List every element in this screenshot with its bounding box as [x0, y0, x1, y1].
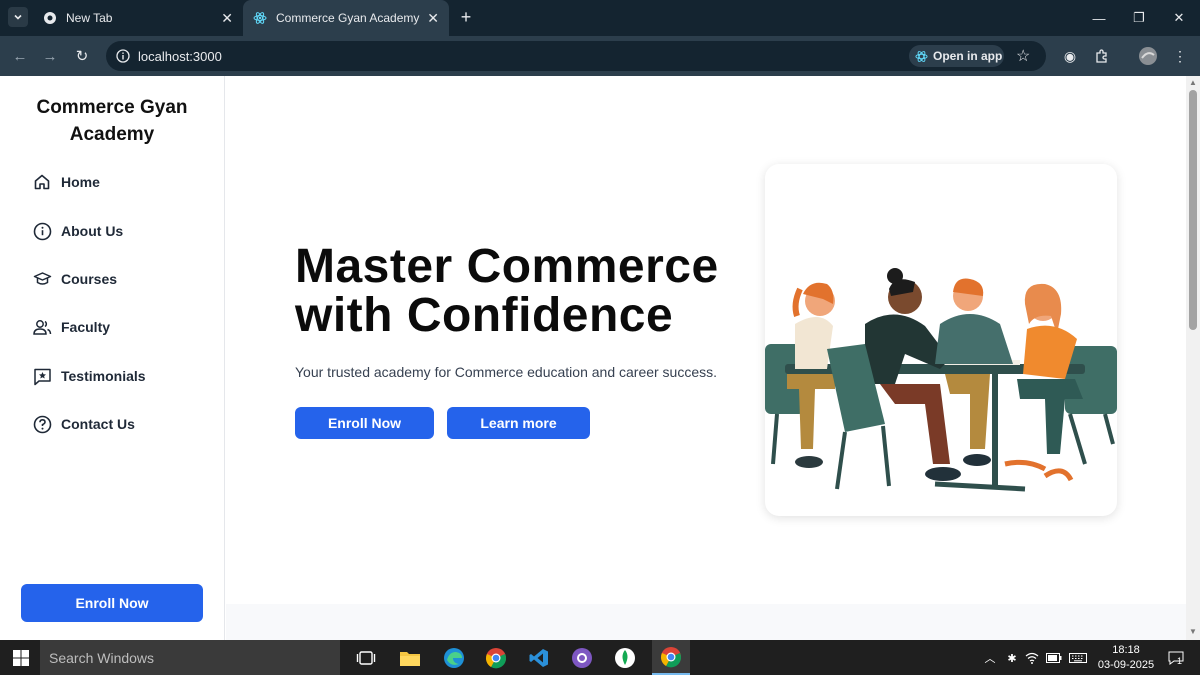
react-icon: [915, 50, 928, 62]
sidebar-item-label: About Us: [61, 223, 124, 239]
tab-search-dropdown[interactable]: [8, 7, 28, 27]
tab-label: Commerce Gyan Academy: [276, 11, 420, 25]
site-info-icon[interactable]: [116, 49, 130, 63]
forward-button[interactable]: →: [40, 46, 60, 66]
task-view-icon[interactable]: [353, 645, 379, 671]
star-message-icon: [32, 366, 52, 386]
browser-tab-new-tab[interactable]: New Tab ✕: [33, 0, 243, 36]
browser-toolbar: ← → ↻ localhost:3000 Open in app ☆ ◉ ⋮: [0, 36, 1200, 76]
notification-center-icon[interactable]: 1: [1166, 650, 1186, 666]
sidebar-item-testimonials[interactable]: Testimonials: [32, 364, 146, 388]
chrome-icon: [44, 12, 56, 24]
new-tab-button[interactable]: +: [456, 7, 476, 27]
windows-start-icon[interactable]: [8, 645, 34, 671]
chrome-taskbar-icon[interactable]: [483, 645, 509, 671]
tab-label: New Tab: [66, 11, 113, 25]
close-tab-icon[interactable]: ✕: [427, 10, 439, 27]
help-circle-icon: [32, 414, 52, 434]
taskbar-search-input[interactable]: Search Windows: [40, 640, 340, 675]
react-icon: [253, 12, 267, 24]
home-icon: [32, 172, 52, 192]
scroll-up-arrow-icon[interactable]: ▲: [1189, 78, 1197, 87]
minimize-button[interactable]: —: [1080, 0, 1118, 36]
reload-button[interactable]: ↻: [72, 46, 92, 66]
students-studying-illustration: [765, 268, 1117, 492]
hero-title-line-2: with Confidence: [295, 289, 674, 342]
extensions-puzzle-icon[interactable]: [1092, 46, 1112, 66]
sidebar-item-label: Contact Us: [61, 416, 135, 432]
clock-date: 03-09-2025: [1097, 659, 1155, 671]
restore-button[interactable]: ❐: [1120, 0, 1158, 36]
learn-more-button[interactable]: Learn more: [447, 407, 590, 439]
browser-tab-strip: New Tab ✕ Commerce Gyan Academy ✕ + — ❐ …: [0, 0, 1200, 36]
chevron-down-icon: [14, 14, 22, 20]
enroll-now-button[interactable]: Enroll Now: [295, 407, 434, 439]
scroll-down-arrow-icon[interactable]: ▼: [1189, 627, 1197, 636]
brand-title: Commerce Gyan Academy: [12, 94, 212, 148]
browser-tab-active[interactable]: Commerce Gyan Academy ✕: [243, 0, 449, 36]
keyboard-icon[interactable]: [1068, 650, 1088, 666]
hero-illustration: [765, 164, 1117, 516]
info-icon: [32, 221, 52, 241]
windows-taskbar: Search Windows ︿ ✱ 18:18 03-09-2025 1: [0, 640, 1200, 675]
notification-count: 1: [1177, 656, 1183, 666]
file-explorer-icon[interactable]: [397, 645, 423, 671]
sidebar-enroll-button[interactable]: Enroll Now: [21, 584, 203, 622]
sidebar-item-label: Faculty: [61, 319, 111, 335]
sidebar-item-label: Testimonials: [61, 368, 146, 384]
bookmark-star-icon[interactable]: ☆: [1016, 46, 1030, 66]
open-in-app-button[interactable]: Open in app: [909, 45, 1004, 67]
vscode-icon[interactable]: [526, 645, 552, 671]
sidebar-item-about[interactable]: About Us: [32, 219, 123, 243]
next-section-band: [226, 604, 1186, 640]
hero-title-line-1: Master Commerce: [295, 240, 719, 293]
sidebar-item-faculty[interactable]: Faculty: [32, 315, 110, 339]
sidebar-item-label: Home: [61, 174, 100, 190]
wifi-icon[interactable]: [1024, 650, 1040, 666]
close-tab-icon[interactable]: ✕: [221, 10, 233, 27]
users-icon: [32, 317, 52, 337]
sidebar-item-contact[interactable]: Contact Us: [32, 412, 135, 436]
url-text[interactable]: localhost:3000: [138, 49, 222, 64]
graduation-cap-icon: [32, 269, 52, 289]
scrollbar-thumb[interactable]: [1189, 90, 1197, 330]
edge-browser-icon[interactable]: [441, 645, 467, 671]
address-bar[interactable]: localhost:3000 Open in app ☆: [106, 41, 1046, 71]
sidebar: Commerce Gyan Academy Home About Us Cour…: [0, 76, 225, 640]
main-content: Master Commerce with Confidence Your tru…: [226, 76, 1186, 640]
page-scrollbar[interactable]: ▲ ▼: [1186, 76, 1200, 640]
profile-avatar-icon[interactable]: [1138, 46, 1158, 66]
brand-line-1: Commerce Gyan: [36, 97, 188, 118]
sidebar-item-home[interactable]: Home: [32, 170, 100, 194]
close-window-button[interactable]: ✕: [1160, 0, 1198, 36]
open-in-app-label: Open in app: [933, 49, 1003, 63]
mongodb-compass-icon[interactable]: [612, 645, 638, 671]
browser-menu-icon[interactable]: ⋮: [1170, 46, 1190, 66]
extension-circle-icon[interactable]: ◉: [1060, 46, 1080, 66]
chrome-active-window-icon[interactable]: [652, 640, 690, 675]
back-button[interactable]: ←: [10, 46, 30, 66]
bluetooth-icon[interactable]: ✱: [1004, 650, 1020, 666]
hero-title: Master Commerce with Confidence: [295, 242, 755, 340]
sidebar-item-label: Courses: [61, 271, 118, 287]
hero-subtitle: Your trusted academy for Commerce educat…: [295, 364, 718, 380]
clock-time: 18:18: [1112, 644, 1140, 656]
brand-line-2: Academy: [69, 124, 155, 145]
battery-icon[interactable]: [1046, 650, 1062, 666]
sidebar-item-courses[interactable]: Courses: [32, 267, 117, 291]
show-hidden-icons-chevron-icon[interactable]: ︿: [982, 650, 998, 666]
taskbar-clock[interactable]: 18:18 03-09-2025: [1094, 643, 1158, 673]
github-desktop-icon[interactable]: [569, 645, 595, 671]
